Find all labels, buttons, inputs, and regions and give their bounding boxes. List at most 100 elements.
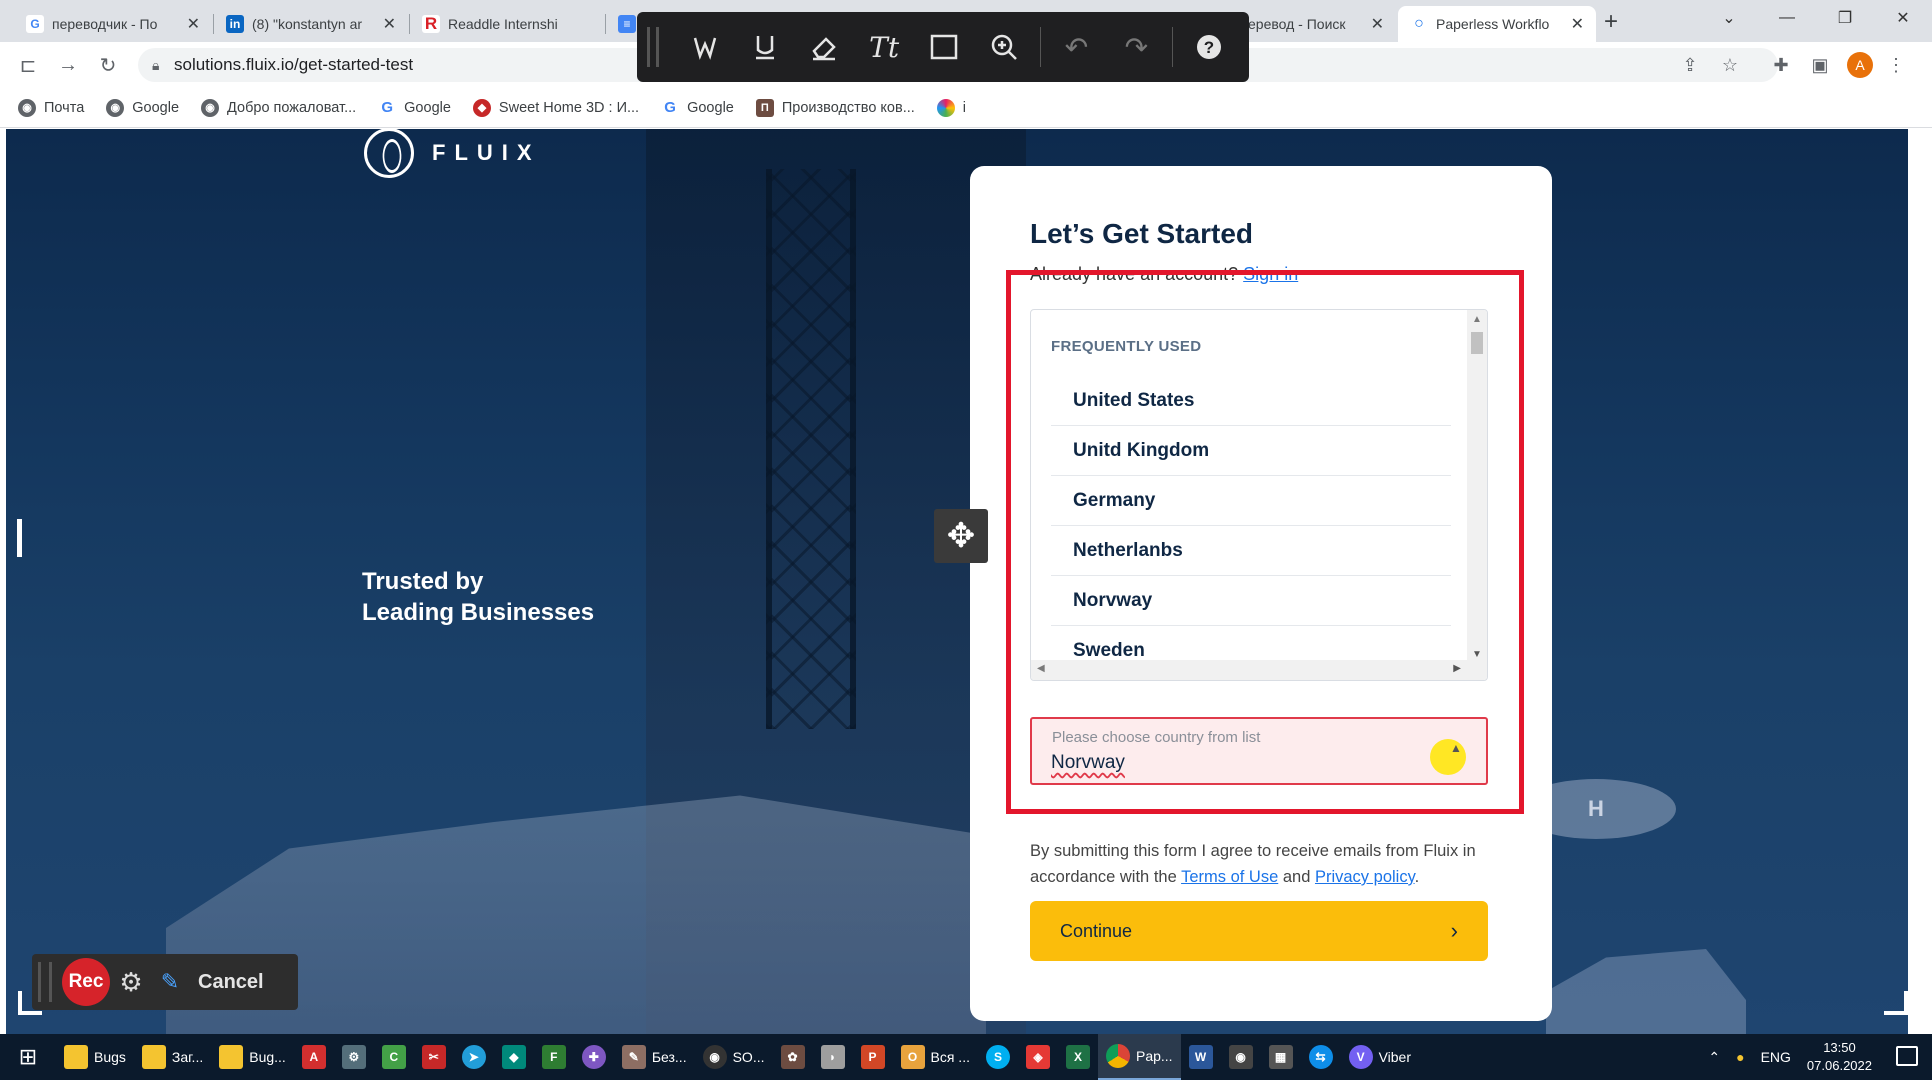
taskbar-app[interactable]: ◆ <box>494 1034 534 1080</box>
share-icon[interactable]: ⇪ <box>1676 51 1704 79</box>
terms-of-use-link[interactable]: Terms of Use <box>1181 868 1278 886</box>
bookmark-item[interactable]: ◉ Добро пожаловат... <box>201 98 356 117</box>
taskbar-app[interactable]: ◉ SO... <box>695 1034 773 1080</box>
restore-button[interactable]: ❐ <box>1816 0 1874 36</box>
taskbar-app[interactable]: ✿ <box>773 1034 813 1080</box>
close-icon[interactable]: ✕ <box>1571 14 1584 34</box>
marker-icon[interactable] <box>735 17 795 77</box>
scroll-right-icon[interactable]: ▶ <box>1453 663 1461 674</box>
tab-translator[interactable]: G переводчик - По ✕ <box>14 6 212 42</box>
bookmark-item[interactable]: G Google <box>661 98 734 117</box>
weather-icon[interactable]: ● <box>1736 1049 1744 1065</box>
clock[interactable]: 13:50 07.06.2022 <box>1807 1039 1872 1075</box>
vertical-scrollbar[interactable]: ▲ ▼ <box>1467 310 1487 680</box>
bookmark-item[interactable]: ◉ Почта <box>18 98 84 117</box>
language-indicator[interactable]: ENG <box>1761 1049 1791 1065</box>
text-tool-icon[interactable]: Tt <box>854 17 914 77</box>
taskbar-app[interactable]: S <box>978 1034 1018 1080</box>
avatar[interactable]: A <box>1847 52 1873 78</box>
cancel-button[interactable]: Cancel <box>198 971 264 994</box>
taskbar-app[interactable]: F <box>534 1034 574 1080</box>
new-tab-button[interactable]: + <box>1604 8 1618 36</box>
close-icon[interactable]: ✕ <box>1371 14 1384 34</box>
side-panel-icon[interactable]: ▣ <box>1806 51 1834 79</box>
bookmark-star-icon[interactable]: ☆ <box>1716 51 1744 79</box>
move-icon[interactable]: ✥ <box>934 509 988 563</box>
chevron-up-icon[interactable]: ⌃ <box>1708 1049 1720 1066</box>
continue-button[interactable]: Continue › <box>1030 901 1488 961</box>
toolbar-drag-handle[interactable] <box>647 27 659 67</box>
bookmark-item[interactable]: П Производство ков... <box>755 98 915 117</box>
record-button[interactable]: Rec <box>62 958 110 1006</box>
taskbar-app[interactable]: ⚙ <box>334 1034 374 1080</box>
menu-icon[interactable]: ⋮ <box>1882 51 1910 79</box>
taskbar-app[interactable]: ✚ <box>574 1034 614 1080</box>
bookmark-item[interactable]: ◆ Sweet Home 3D : И... <box>472 98 639 117</box>
bookmark-item[interactable]: ◉ Google <box>106 98 179 117</box>
taskbar-app[interactable]: ▦ <box>1261 1034 1301 1080</box>
capture-corner-bottom-right[interactable] <box>1884 991 1908 1015</box>
taskbar-app[interactable]: X <box>1058 1034 1098 1080</box>
taskbar-app[interactable]: ✂ <box>414 1034 454 1080</box>
rectangle-tool-icon[interactable] <box>914 17 974 77</box>
extensions-icon[interactable]: ✚ <box>1767 51 1795 79</box>
scroll-down-icon[interactable]: ▼ <box>1472 649 1482 660</box>
horizontal-scrollbar[interactable]: ◀ ▶ <box>1031 660 1469 680</box>
signin-link[interactable]: Sign in <box>1243 264 1298 284</box>
country-option-germany[interactable]: Germany <box>1051 476 1451 526</box>
country-option-norway[interactable]: Norvway <box>1051 576 1451 626</box>
taskbar-app[interactable]: Заг... <box>134 1034 211 1080</box>
undo-icon[interactable]: ↶ <box>1047 17 1107 77</box>
notification-icon[interactable] <box>1896 1046 1918 1066</box>
bookmark-item[interactable]: i <box>936 98 966 117</box>
country-option-netherlands[interactable]: Netherlanbs <box>1051 526 1451 576</box>
scroll-up-icon[interactable]: ▲ <box>1472 314 1482 325</box>
privacy-policy-link[interactable]: Privacy policy <box>1315 868 1415 886</box>
taskbar-app[interactable]: O Вся ... <box>893 1034 978 1080</box>
taskbar-app[interactable]: ◗ <box>813 1034 853 1080</box>
close-window-button[interactable]: ✕ <box>1874 0 1932 36</box>
country-select[interactable]: Please choose country from list Norvway … <box>1030 717 1488 785</box>
country-option-united-kingdom[interactable]: Unitd Kingdom <box>1051 426 1451 476</box>
chevron-up-icon[interactable]: ▲ <box>1450 741 1462 755</box>
tab-linkedin[interactable]: in (8) "konstantyn ar ✕ <box>214 6 408 42</box>
windows-start-icon[interactable]: ⊞ <box>0 1044 56 1070</box>
taskbar-app[interactable]: A <box>294 1034 334 1080</box>
sidebar-icon[interactable]: ⊏ <box>14 51 42 79</box>
country-dropdown-list[interactable]: FREQUENTLY USED United States Unitd King… <box>1030 309 1488 681</box>
zoom-icon[interactable] <box>974 17 1034 77</box>
tab-search-icon[interactable]: ⌄ <box>1700 0 1758 36</box>
fluix-logo[interactable]: FLUIX <box>364 129 541 178</box>
eraser-icon[interactable] <box>794 17 854 77</box>
taskbar-app[interactable]: Bug... <box>211 1034 294 1080</box>
redo-icon[interactable]: ↷ <box>1106 17 1166 77</box>
taskbar-app[interactable]: ✎ Без... <box>614 1034 695 1080</box>
taskbar-app[interactable]: W <box>1181 1034 1221 1080</box>
close-icon[interactable]: ✕ <box>187 14 200 34</box>
taskbar-app[interactable]: Bugs <box>56 1034 134 1080</box>
taskbar-app[interactable]: ◈ <box>1018 1034 1058 1080</box>
taskbar-app[interactable]: ◉ <box>1221 1034 1261 1080</box>
recorder-drag-handle[interactable] <box>38 962 52 1002</box>
help-icon[interactable]: ? <box>1179 17 1239 77</box>
minimize-button[interactable]: — <box>1758 0 1816 36</box>
tab-yandex-translate[interactable]: еревод - Поиск ✕ <box>1236 6 1396 42</box>
reload-icon[interactable]: ↻ <box>94 51 122 79</box>
scrollbar-thumb[interactable] <box>1471 332 1483 354</box>
tab-paperless-workflow[interactable]: ○ Paperless Workflo ✕ <box>1398 6 1596 42</box>
forward-icon[interactable]: → <box>54 51 82 79</box>
country-option-united-states[interactable]: United States <box>1051 376 1451 426</box>
gear-icon[interactable]: ⚙ <box>110 967 152 998</box>
taskbar-app[interactable]: C <box>374 1034 414 1080</box>
taskbar-app[interactable]: ⇆ <box>1301 1034 1341 1080</box>
tab-readdle[interactable]: R Readdle Internshi <box>410 6 604 42</box>
bookmark-item[interactable]: G Google <box>378 98 451 117</box>
taskbar-app[interactable]: ➤ <box>454 1034 494 1080</box>
highlighter-icon[interactable] <box>675 17 735 77</box>
scroll-left-icon[interactable]: ◀ <box>1037 663 1045 674</box>
close-icon[interactable]: ✕ <box>383 14 396 34</box>
taskbar-app[interactable]: Pap... <box>1097 1034 1181 1080</box>
pen-icon[interactable]: ✎ <box>152 969 188 995</box>
capture-edge-handle-left[interactable] <box>17 519 22 557</box>
taskbar-app[interactable]: V Viber <box>1341 1034 1419 1080</box>
